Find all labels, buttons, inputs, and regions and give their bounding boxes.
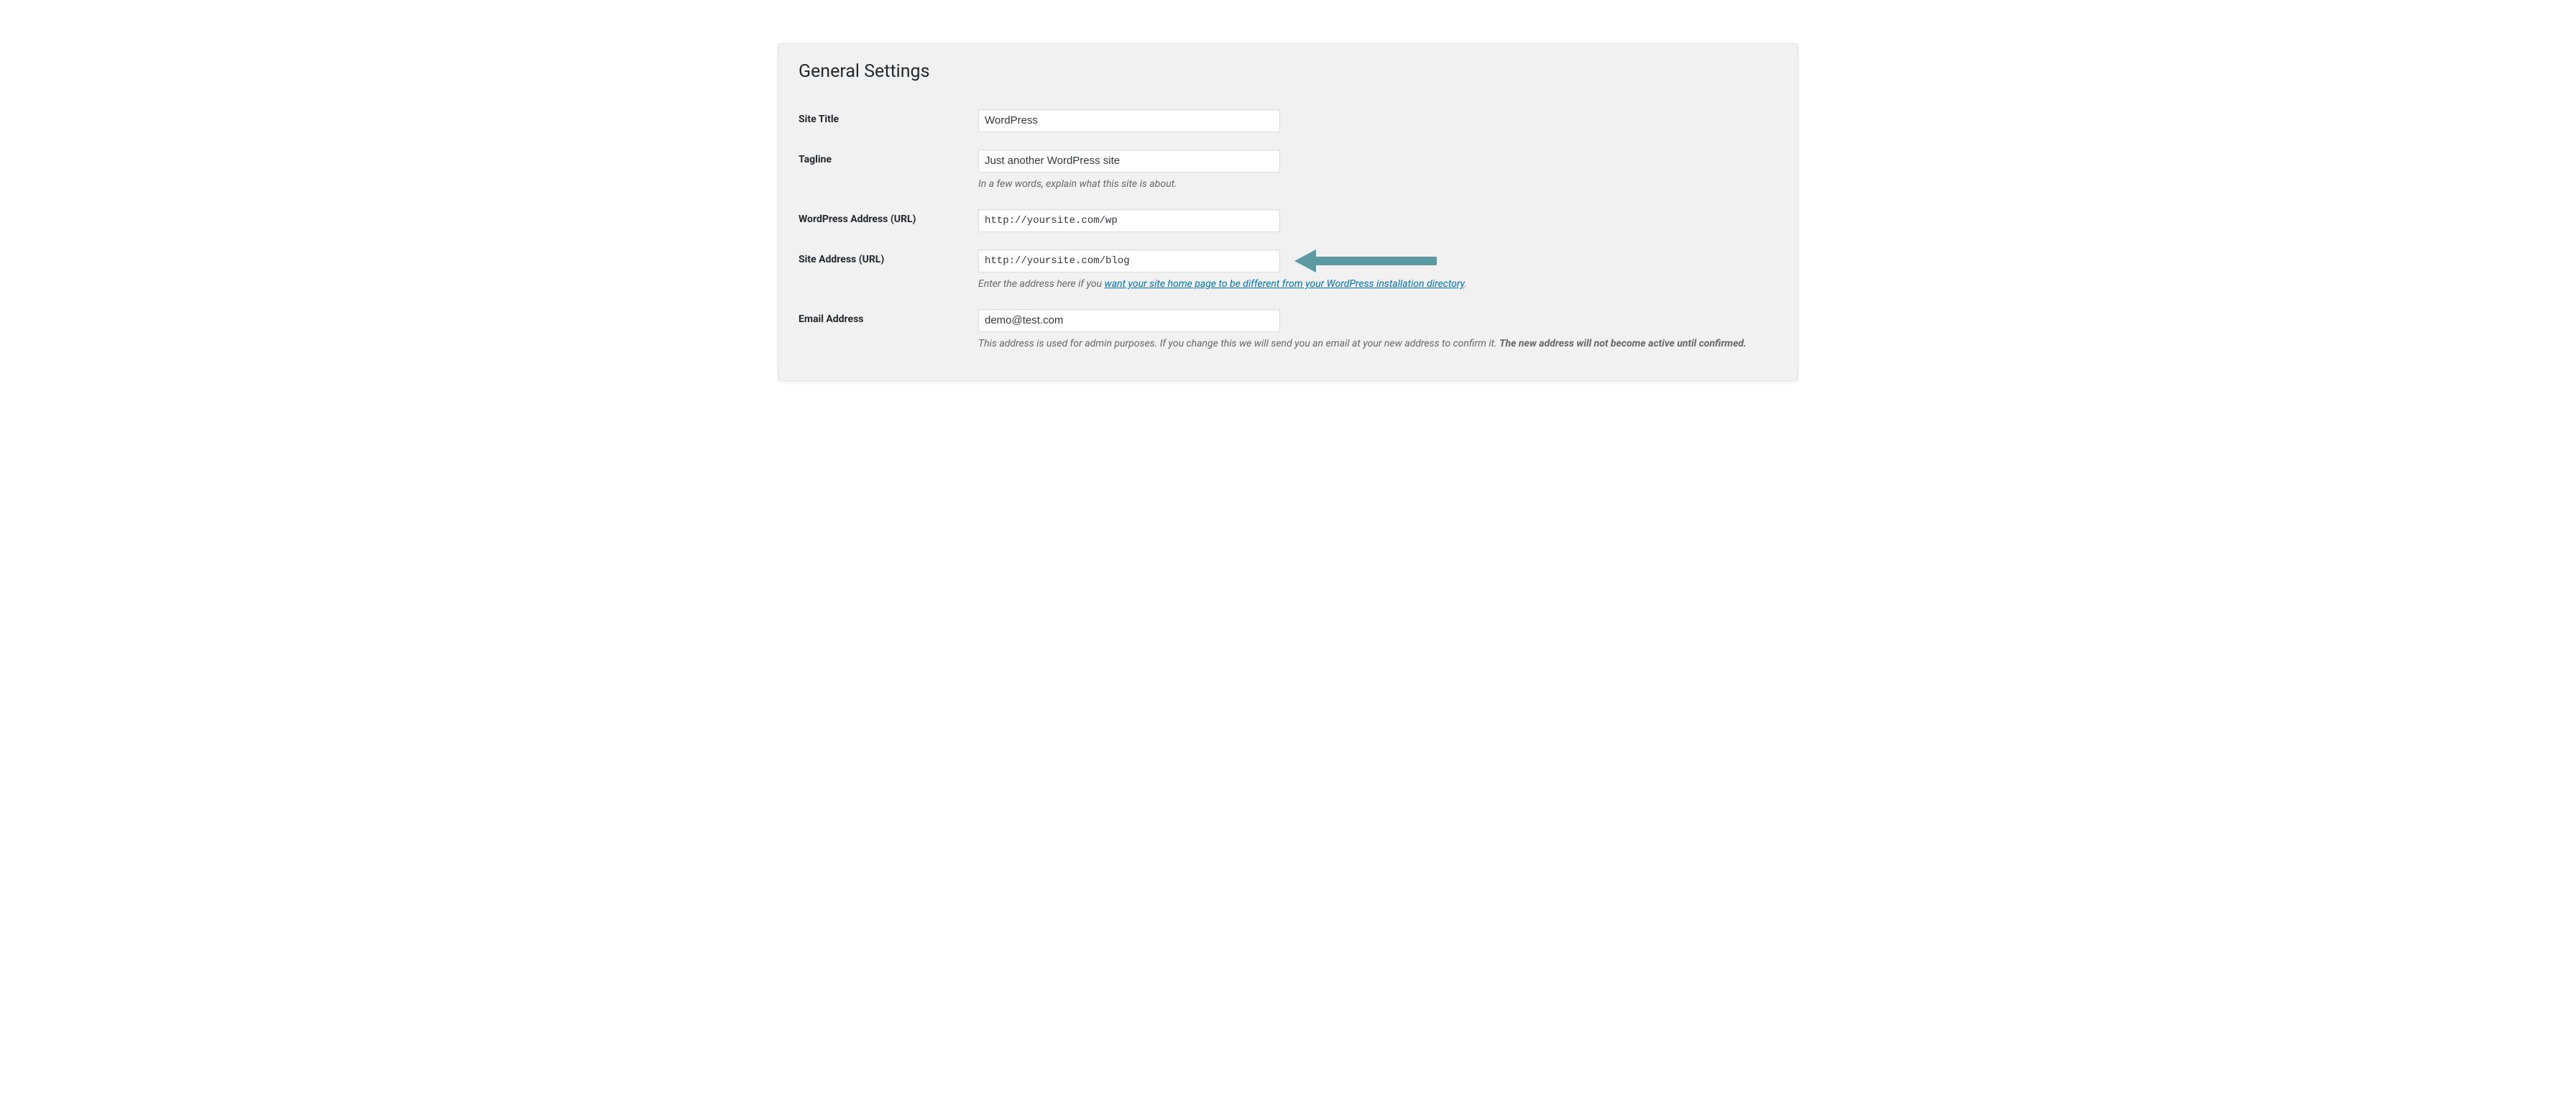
row-email: Email Address This address is used for a…	[799, 301, 1777, 360]
email-desc-bold: The new address will not become active u…	[1499, 338, 1747, 349]
label-site-address: Site Address (URL)	[799, 241, 978, 301]
row-site-address: Site Address (URL) Enter the address her…	[799, 241, 1777, 301]
page-title: General Settings	[799, 61, 1777, 82]
email-input[interactable]	[978, 309, 1280, 332]
label-wp-address: WordPress Address (URL)	[799, 201, 978, 241]
row-site-title: Site Title	[799, 101, 1777, 141]
email-desc-plain: This address is used for admin purposes.…	[978, 338, 1499, 349]
tagline-input[interactable]	[978, 150, 1280, 173]
wp-address-input[interactable]	[978, 209, 1280, 232]
site-address-desc-suffix: .	[1464, 278, 1467, 290]
site-address-input[interactable]	[978, 249, 1280, 272]
label-site-title: Site Title	[799, 101, 978, 141]
label-email: Email Address	[799, 301, 978, 360]
row-tagline: Tagline In a few words, explain what thi…	[799, 141, 1777, 201]
site-address-description: Enter the address here if you want your …	[978, 277, 1777, 292]
row-wp-address: WordPress Address (URL)	[799, 201, 1777, 241]
arrow-annotation-icon	[1294, 247, 1453, 275]
label-tagline: Tagline	[799, 141, 978, 201]
settings-form-table: Site Title Tagline In a few words, expla…	[799, 101, 1777, 360]
general-settings-panel: General Settings Site Title Tagline In a…	[778, 43, 1798, 381]
site-address-desc-prefix: Enter the address here if you	[978, 278, 1105, 290]
tagline-description: In a few words, explain what this site i…	[978, 177, 1777, 192]
site-title-input[interactable]	[978, 109, 1280, 132]
site-address-desc-link[interactable]: want your site home page to be different…	[1105, 278, 1465, 290]
email-description: This address is used for admin purposes.…	[978, 336, 1777, 352]
